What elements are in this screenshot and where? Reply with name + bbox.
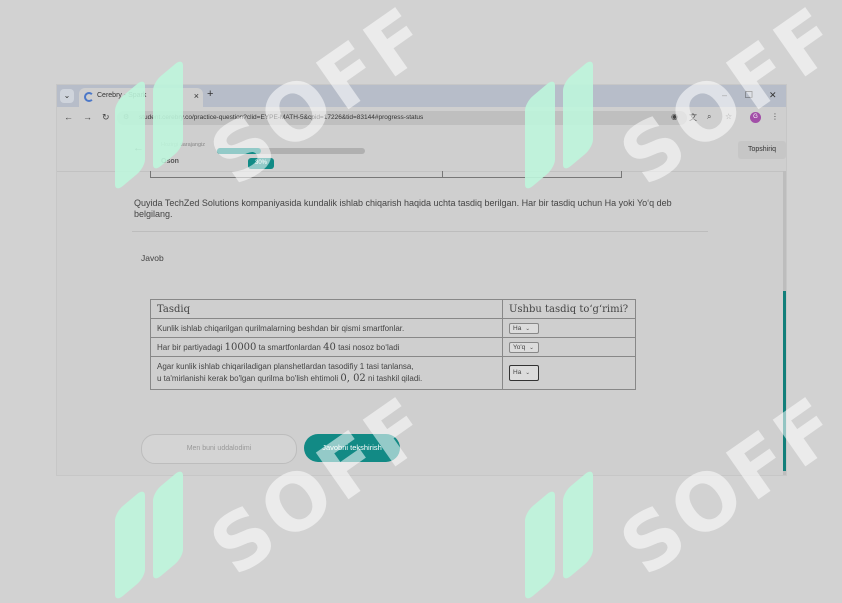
tab-bar: ⌄ Cerebry - Spark × + – ❐ ✕ <box>57 85 786 107</box>
statement-text: ta smartfonlardan <box>256 342 324 352</box>
selected-value: Yo'q <box>513 343 526 351</box>
profile-avatar[interactable]: G <box>750 112 761 123</box>
back-button[interactable]: ← <box>133 142 144 154</box>
tab-search-icon[interactable]: ⌄ <box>60 89 74 103</box>
statement-text: tasi nosoz bo‘ladi <box>335 342 400 352</box>
table-row: Agar kunlik ishlab chiqariladigan plansh… <box>150 356 636 390</box>
address-bar-row: ← → ↻ ⚙ student.cerebry.co/practice-ques… <box>57 107 786 129</box>
task-button[interactable]: Topshiriq <box>738 141 786 159</box>
answer-cell: Yo'q ⌄ <box>502 337 636 357</box>
translate-icon[interactable]: 文 <box>689 112 697 123</box>
statement-text: Kunlik ishlab chiqarilgan qurilmalarning… <box>157 323 405 333</box>
statement-cell: Kunlik ishlab chiqarilgan qurilmalarning… <box>150 318 503 338</box>
dont-know-button[interactable]: Men buni uddalodimi <box>141 434 297 464</box>
progress-badge: 30% <box>248 158 274 169</box>
tab-close-icon[interactable]: × <box>194 91 199 101</box>
watermark-logo-icon <box>115 487 145 603</box>
watermark-logo-icon <box>153 467 183 583</box>
table-header-row: Tasdiq Ushbu tasdiq to‘g‘rimi? <box>150 299 636 319</box>
minimize-icon[interactable]: – <box>722 90 727 100</box>
statement-text: ni tashkil qiladi. <box>365 374 423 383</box>
answer-select[interactable]: Yo'q ⌄ <box>509 341 539 353</box>
math-number: 10000 <box>224 341 257 353</box>
site-settings-icon[interactable]: ⚙ <box>123 113 129 121</box>
column-header-statement: Tasdiq <box>150 299 503 319</box>
table-row: Kunlik ishlab chiqarilgan qurilmalarning… <box>150 318 636 338</box>
chevron-down-icon: ⌄ <box>529 344 534 351</box>
answer-select[interactable]: Ha ⌄ <box>509 322 539 334</box>
url-text: student.cerebry.co/practice-question?cli… <box>139 114 424 121</box>
answer-cell: Ha ⌄ <box>502 356 636 390</box>
column-header-correct: Ushbu tasdiq to‘g‘rimi? <box>502 299 636 319</box>
browser-window: ⌄ Cerebry - Spark × + – ❐ ✕ ← → ↻ ⚙ stud… <box>57 85 786 475</box>
eye-icon[interactable]: ◉ <box>671 112 678 121</box>
divider <box>132 231 708 232</box>
answer-table: Tasdiq Ushbu tasdiq to‘g‘rimi? Kunlik is… <box>150 299 636 390</box>
chevron-down-icon: ⌄ <box>525 325 530 332</box>
bookmark-star-icon[interactable]: ☆ <box>725 112 732 121</box>
watermark-logo-icon <box>525 487 555 603</box>
back-arrow-icon[interactable]: ← <box>64 112 73 122</box>
answer-select[interactable]: Ha ⌄ <box>509 365 539 381</box>
progress-bar <box>217 148 365 154</box>
statement-text: u ta'mirlanishi kerak bo'lgan qurilma bo… <box>157 374 341 383</box>
close-window-icon[interactable]: ✕ <box>769 90 777 101</box>
statement-cell: Har bir partiyadagi 10000 ta smartfonlar… <box>150 337 503 357</box>
new-tab-icon[interactable]: + <box>207 88 213 100</box>
cerebry-logo-icon <box>84 92 94 102</box>
previous-table-edge <box>150 171 622 178</box>
math-number: 0, 02 <box>340 373 366 384</box>
watermark-logo-icon <box>563 467 593 583</box>
question-text: Quyida TechZed Solutions kompaniyasida k… <box>134 198 672 219</box>
url-input[interactable]: ⚙ student.cerebry.co/practice-question?c… <box>117 111 687 125</box>
restore-icon[interactable]: ❐ <box>745 90 753 101</box>
more-menu-icon[interactable]: ⋮ <box>771 112 779 121</box>
current-level-value: Oson <box>161 158 179 165</box>
reload-icon[interactable]: ↻ <box>102 112 110 123</box>
current-level-label: Hozirgi darajangiz <box>161 142 206 148</box>
scrollbar[interactable] <box>783 171 786 475</box>
statement-text: Agar kunlik ishlab chiqariladigan plansh… <box>157 362 414 371</box>
math-number: 40 <box>323 341 336 353</box>
statement-cell: Agar kunlik ishlab chiqariladigan plansh… <box>150 356 503 390</box>
previous-table-divider <box>442 171 443 177</box>
browser-tab[interactable]: Cerebry - Spark × <box>79 88 203 107</box>
answer-cell: Ha ⌄ <box>502 318 636 338</box>
page-content: ← Hozirgi darajangiz Oson 30% Topshiriq … <box>57 129 786 475</box>
progress-fill <box>217 148 262 154</box>
check-answer-button[interactable]: Javobni tekshirish <box>304 434 400 462</box>
page-header: ← Hozirgi darajangiz Oson 30% Topshiriq <box>57 129 786 172</box>
statement-text: Har bir partiyadagi <box>157 342 225 352</box>
zoom-icon[interactable]: ⌕ <box>707 112 711 122</box>
scrollbar-thumb[interactable] <box>783 291 786 471</box>
selected-value: Ha <box>513 324 522 332</box>
chevron-down-icon: ⌄ <box>525 370 530 376</box>
answer-label: Javob <box>141 253 164 263</box>
table-row: Har bir partiyadagi 10000 ta smartfonlar… <box>150 337 636 357</box>
tab-title: Cerebry - Spark <box>97 92 147 99</box>
forward-arrow-icon[interactable]: → <box>83 112 92 122</box>
selected-value: Ha <box>513 369 522 376</box>
